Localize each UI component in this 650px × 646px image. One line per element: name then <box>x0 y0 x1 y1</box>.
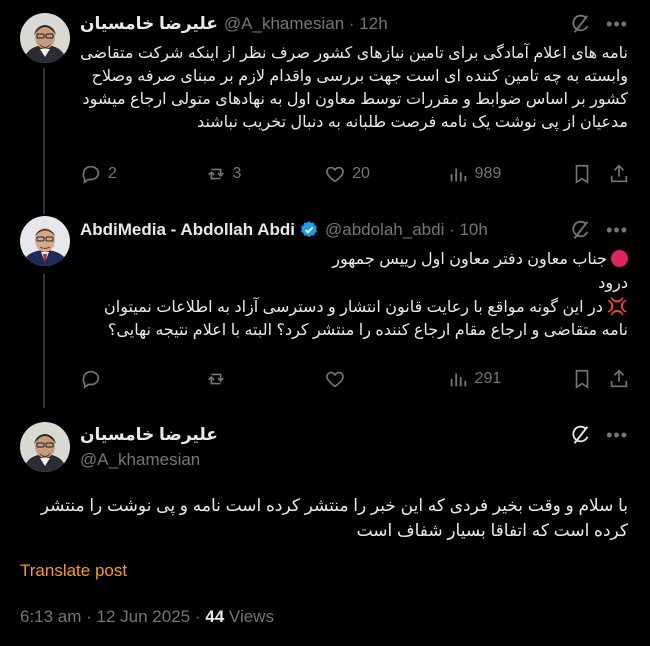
reply-button[interactable] <box>80 368 205 390</box>
post-meta: 6:13 am · 12 Jun 2025 · 44 Views <box>20 607 274 627</box>
avatar[interactable] <box>20 216 70 266</box>
author-handle[interactable]: @abdolah_abdi <box>325 220 444 240</box>
views-count: 291 <box>474 370 502 387</box>
like-button[interactable] <box>324 368 447 390</box>
meta-separator: · <box>190 607 206 626</box>
tweet-line-3: در این گونه مواقع با رعایت قانون انتشار … <box>104 299 628 339</box>
bookmark-icon <box>575 369 589 389</box>
meta-separator: · <box>81 607 97 626</box>
tweet-line-2: درود <box>598 275 628 292</box>
bookmark-button[interactable] <box>571 368 608 390</box>
grok-icon[interactable] <box>570 424 592 446</box>
repost-icon <box>207 373 224 385</box>
tweet-line-1: جناب معاون دفتر معاون اول رییس جمهور <box>332 251 607 268</box>
more-icon[interactable]: ••• <box>606 425 628 446</box>
post-time[interactable]: 12h <box>359 14 387 34</box>
grok-icon[interactable] <box>570 13 592 35</box>
reply-icon <box>82 165 100 184</box>
tweet-text-line: درود <box>80 272 628 295</box>
repost-icon <box>207 168 224 180</box>
bookmark-icon <box>575 164 589 184</box>
author-name[interactable]: AbdiMedia - Abdollah Abdi <box>80 220 295 240</box>
share-button[interactable] <box>608 368 630 390</box>
post-date[interactable]: 12 Jun 2025 <box>97 607 191 626</box>
reply-count: 2 <box>108 165 117 182</box>
tweet-text-line: جناب معاون دفتر معاون اول رییس جمهور <box>80 248 628 271</box>
share-icon <box>610 369 628 388</box>
separator-dot: · <box>344 14 360 33</box>
translate-post-link[interactable]: Translate post <box>20 561 127 581</box>
share-button[interactable] <box>608 163 630 185</box>
post-time[interactable]: 6:13 am <box>20 607 81 626</box>
tweet-2[interactable]: AbdiMedia - Abdollah Abdi @abdolah_abdi … <box>0 200 650 405</box>
reply-button[interactable]: 2 <box>80 163 205 185</box>
grok-icon[interactable] <box>570 219 592 241</box>
like-icon <box>326 371 344 388</box>
views-label: Views <box>228 607 274 626</box>
tweet-text-line: 💢در این گونه مواقع با رعایت قانون انتشار… <box>80 295 628 342</box>
more-icon[interactable]: ••• <box>606 220 628 241</box>
verified-badge-icon <box>301 221 317 238</box>
avatar[interactable] <box>20 13 70 63</box>
avatar[interactable] <box>20 422 70 472</box>
like-button[interactable]: 20 <box>324 163 447 185</box>
separator-dot: · <box>444 220 460 239</box>
views-icon <box>450 168 466 182</box>
bookmark-button[interactable] <box>571 163 608 185</box>
like-icon <box>326 166 344 183</box>
tweet-text: نامه های اعلام آمادگی برای تامین نیازهای… <box>80 45 628 131</box>
author-handle[interactable]: @A_khamesian <box>80 450 200 470</box>
views-count: 989 <box>474 165 502 182</box>
author-name[interactable]: علیرضا خامسیان <box>80 14 218 34</box>
tweet-1[interactable]: علیرضا خامسیان @A_khamesian · 12h ••• نا… <box>0 0 650 200</box>
views-button[interactable]: 291 <box>447 368 572 390</box>
like-count: 20 <box>352 165 370 182</box>
tweet-text: با سلام و وقت بخیر فردی که این خبر را من… <box>40 496 628 540</box>
author-handle[interactable]: @A_khamesian <box>224 14 344 34</box>
more-icon[interactable]: ••• <box>606 14 628 35</box>
views-total: 44 <box>205 607 225 626</box>
reply-icon <box>82 370 100 389</box>
views-icon <box>450 373 466 387</box>
repost-button[interactable]: 3 <box>205 163 325 185</box>
share-icon <box>610 164 628 183</box>
anger-emoji: 💢 <box>606 297 628 316</box>
views-button[interactable]: 989 <box>447 163 572 185</box>
post-time[interactable]: 10h <box>459 220 487 240</box>
author-name[interactable]: علیرضا خامسیان <box>80 425 218 445</box>
repost-count: 3 <box>232 165 242 182</box>
red-circle-emoji <box>611 250 628 267</box>
repost-button[interactable] <box>205 368 325 390</box>
